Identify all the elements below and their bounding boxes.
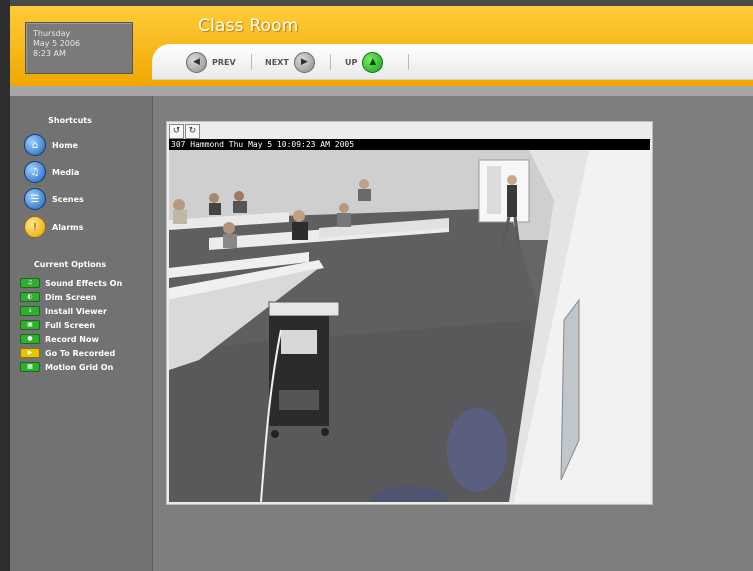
- window-left-edge: [0, 0, 10, 571]
- shortcut-label: Home: [52, 140, 78, 150]
- nav-divider: [251, 54, 252, 70]
- header-underbar: [10, 86, 753, 96]
- option-label: Record Now: [45, 334, 99, 344]
- shortcut-label: Scenes: [52, 194, 84, 204]
- shortcuts-heading: Shortcuts: [48, 116, 92, 125]
- up-button[interactable]: UP ▲: [345, 51, 384, 73]
- fullscreen-icon: ▣: [20, 320, 40, 330]
- viewer-toolbar: ↺ ↻: [169, 124, 200, 139]
- dim-icon: ◐: [20, 292, 40, 302]
- option-record-now[interactable]: ● Record Now: [20, 334, 99, 344]
- nav-divider: [330, 54, 331, 70]
- classroom-scene: [169, 150, 650, 502]
- option-sound-effects[interactable]: ♫ Sound Effects On: [20, 278, 122, 288]
- date-time: 8:23 AM: [33, 49, 66, 58]
- home-icon: ⌂: [24, 134, 46, 156]
- page-title: Class Room: [198, 16, 299, 36]
- option-label: Motion Grid On: [45, 362, 114, 372]
- camera-caption: 307 Hammond Thu May 5 10:09:23 AM 2005: [169, 139, 650, 150]
- option-label: Sound Effects On: [45, 278, 123, 288]
- up-arrow-icon: ▲: [362, 51, 384, 73]
- next-label: NEXT: [265, 57, 289, 67]
- shortcut-alarms[interactable]: ! Alarms: [24, 216, 83, 238]
- scenes-icon: ☰: [24, 188, 46, 210]
- refresh-icon[interactable]: ↺: [169, 124, 184, 139]
- shortcut-home[interactable]: ⌂ Home: [24, 134, 78, 156]
- prev-button[interactable]: ◀ PREV: [186, 51, 236, 73]
- option-full-screen[interactable]: ▣ Full Screen: [20, 320, 95, 330]
- camera-viewer: ↺ ↻ 307 Hammond Thu May 5 10:09:23 AM 20…: [166, 121, 653, 505]
- install-icon: ↓: [20, 306, 40, 316]
- shortcut-label: Alarms: [52, 222, 84, 232]
- date-time-panel: Thursday May 5 2006 8:23 AM: [25, 22, 133, 74]
- option-motion-grid[interactable]: ▦ Motion Grid On: [20, 362, 113, 372]
- option-label: Full Screen: [45, 320, 96, 330]
- date-day: Thursday: [33, 29, 71, 38]
- option-install-viewer[interactable]: ↓ Install Viewer: [20, 306, 107, 316]
- prev-label: PREV: [212, 57, 236, 67]
- option-dim-screen[interactable]: ◐ Dim Screen: [20, 292, 97, 302]
- sidebar: Shortcuts ⌂ Home ♫ Media ☰ Scenes ! Alar…: [10, 96, 153, 571]
- shortcut-scenes[interactable]: ☰ Scenes: [24, 188, 84, 210]
- grid-icon: ▦: [20, 362, 40, 372]
- rotate-icon[interactable]: ↻: [185, 124, 200, 139]
- folder-icon: ▶: [20, 348, 40, 358]
- header-bar: Thursday May 5 2006 8:23 AM Class Room ◀…: [10, 6, 753, 86]
- current-options-heading: Current Options: [33, 260, 107, 269]
- date-date: May 5 2006: [33, 39, 81, 48]
- shortcut-label: Media: [52, 167, 80, 177]
- shortcut-media[interactable]: ♫ Media: [24, 161, 79, 183]
- speaker-icon: ♫: [24, 161, 46, 183]
- speaker-icon: ♫: [20, 278, 40, 288]
- option-label: Dim Screen: [45, 292, 97, 302]
- up-label: UP: [345, 57, 358, 67]
- nav-divider: [408, 54, 409, 70]
- option-label: Go To Recorded: [45, 348, 116, 358]
- next-button[interactable]: NEXT ▶: [265, 51, 315, 73]
- camera-feed-image[interactable]: [169, 150, 650, 502]
- navigation-bar: ◀ PREV NEXT ▶ UP ▲: [152, 44, 753, 80]
- next-arrow-icon: ▶: [293, 51, 315, 73]
- prev-arrow-icon: ◀: [186, 51, 207, 73]
- option-label: Install Viewer: [45, 306, 107, 316]
- record-icon: ●: [20, 334, 40, 344]
- alarm-icon: !: [24, 216, 46, 238]
- option-go-to-recorded[interactable]: ▶ Go To Recorded: [20, 348, 115, 358]
